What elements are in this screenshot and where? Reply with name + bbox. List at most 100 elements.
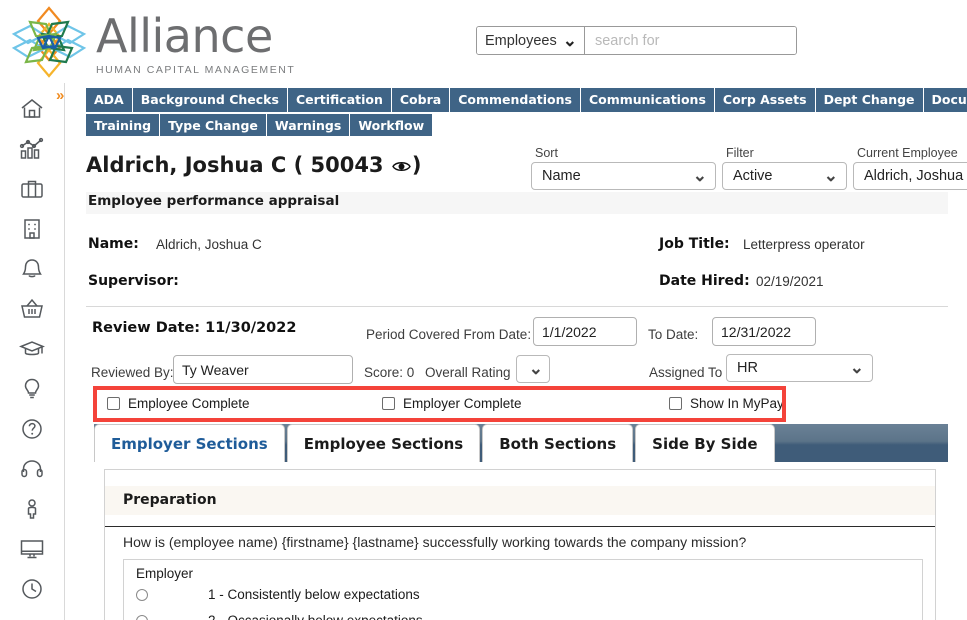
chevron-down-icon: ⌄ xyxy=(849,358,864,377)
basket-icon xyxy=(21,298,43,318)
bell-icon xyxy=(22,259,42,278)
briefcase-icon xyxy=(21,180,43,198)
filter-value: Active xyxy=(733,168,773,184)
assigned-to-label: Assigned To xyxy=(649,365,723,380)
search-input[interactable] xyxy=(584,27,796,54)
radio-option-2[interactable]: 2 - Occasionally below expectations xyxy=(136,613,423,620)
brand-tagline: HUMAN CAPITAL MANAGEMENT xyxy=(96,64,296,76)
eye-icon[interactable] xyxy=(392,159,411,174)
highlight-annotation-box xyxy=(93,386,786,422)
nav-tab-dept-change[interactable]: Dept Change xyxy=(815,88,924,112)
sidebar-item-building[interactable] xyxy=(0,209,65,249)
radio-option-1[interactable]: 1 - Consistently below expectations xyxy=(136,587,420,602)
radio-icon xyxy=(136,588,148,601)
double-chevron-right-icon: » xyxy=(56,87,65,104)
chevron-down-icon: ⌄ xyxy=(692,166,707,185)
radio-icon xyxy=(136,614,148,620)
tab-employee-sections[interactable]: Employee Sections xyxy=(286,424,481,462)
filter-label: Filter xyxy=(726,146,754,160)
section-divider xyxy=(86,306,948,307)
sidebar-item-ideas[interactable] xyxy=(0,369,65,409)
filter-select[interactable]: Active ⌄ xyxy=(722,162,847,190)
nav-tab-background-checks[interactable]: Background Checks xyxy=(132,88,288,112)
tab-side-by-side[interactable]: Side By Side xyxy=(635,424,775,462)
search-scope-value: Employees xyxy=(485,32,557,49)
assigned-to-select[interactable]: HR ⌄ xyxy=(726,354,873,382)
headphones-icon xyxy=(21,460,43,478)
graduation-cap-icon xyxy=(19,341,45,356)
question-options-box: Employer 1 - Consistently below expectat… xyxy=(123,559,923,620)
nav-tab-commendations[interactable]: Commendations xyxy=(450,88,581,112)
nav-tab-cobra[interactable]: Cobra xyxy=(391,88,451,112)
nav-tab-certification[interactable]: Certification xyxy=(287,88,392,112)
sidebar-expand-toggle[interactable]: » xyxy=(56,87,65,104)
brand-name: Alliance xyxy=(96,9,273,63)
sidebar-item-briefcase[interactable] xyxy=(0,169,65,209)
module-tab-bar: ADA Background Checks Certification Cobr… xyxy=(86,88,967,138)
panel-heading-bar xyxy=(105,486,935,515)
top-header-bar: Alliance HUMAN CAPITAL MANAGEMENT Employ… xyxy=(0,0,967,83)
job-title-value: Letterpress operator xyxy=(743,237,865,252)
tab-employer-sections[interactable]: Employer Sections xyxy=(94,424,285,462)
sidebar-item-profile[interactable] xyxy=(0,489,65,529)
sidebar-item-analytics[interactable] xyxy=(0,129,65,169)
current-employee-select[interactable]: Aldrich, Joshua C xyxy=(853,162,967,190)
lightbulb-icon xyxy=(24,378,40,399)
form-subtitle: Employee performance appraisal xyxy=(88,193,340,209)
period-from-label: Period Covered From Date: xyxy=(366,327,532,342)
radio-option-2-label: 2 - Occasionally below expectations xyxy=(208,613,423,620)
nav-tab-type-change[interactable]: Type Change xyxy=(160,114,267,138)
application-root: Alliance HUMAN CAPITAL MANAGEMENT Employ… xyxy=(0,0,967,620)
sidebar-item-support[interactable] xyxy=(0,449,65,489)
search-scope-select[interactable]: Employees ⌄ xyxy=(477,27,585,54)
sort-select[interactable]: Name ⌄ xyxy=(531,162,716,190)
period-from-input[interactable]: 1/1/2022 xyxy=(533,317,637,346)
clock-icon xyxy=(22,579,42,599)
overall-rating-label: Overall Rating xyxy=(425,365,511,380)
chevron-down-icon: ⌄ xyxy=(562,30,577,50)
chevron-down-icon: ⌄ xyxy=(528,359,543,378)
tab-both-sections[interactable]: Both Sections xyxy=(482,424,634,462)
analytics-chart-icon xyxy=(19,137,44,159)
overall-rating-select[interactable]: ⌄ xyxy=(516,355,550,383)
reviewed-by-input[interactable]: Ty Weaver xyxy=(173,355,353,384)
star-burst-logo-icon xyxy=(11,6,87,78)
alliance-logo[interactable] xyxy=(8,4,90,80)
sidebar-item-home[interactable] xyxy=(0,89,65,129)
sidebar-item-learning[interactable] xyxy=(0,329,65,369)
monitor-icon xyxy=(20,540,44,559)
radio-option-1-label: 1 - Consistently below expectations xyxy=(208,587,420,602)
current-employee-label: Current Employee xyxy=(857,146,958,160)
sidebar-item-time[interactable] xyxy=(0,569,65,609)
sidebar-item-help[interactable] xyxy=(0,409,65,449)
nav-tab-documents[interactable]: Documents xyxy=(923,88,967,112)
sidebar-item-display[interactable] xyxy=(0,529,65,569)
name-label: Name: xyxy=(88,236,139,252)
page-title-suffix: ) xyxy=(411,153,422,177)
to-date-label: To Date: xyxy=(648,327,699,342)
nav-tab-warnings[interactable]: Warnings xyxy=(266,114,351,138)
building-icon xyxy=(24,219,40,239)
panel-rule xyxy=(105,526,935,527)
nav-tab-ada[interactable]: ADA xyxy=(86,88,133,112)
score-label: Score: 0 xyxy=(364,365,415,380)
brand-block: Alliance HUMAN CAPITAL MANAGEMENT xyxy=(96,10,295,76)
nav-tab-training[interactable]: Training xyxy=(86,114,161,138)
assigned-to-value: HR xyxy=(737,360,758,376)
filter-field: Filter Active ⌄ xyxy=(722,146,847,190)
date-hired-value: 02/19/2021 xyxy=(756,274,824,289)
appraisal-question: How is (employee name) {firstname} {last… xyxy=(123,534,747,550)
nav-tab-workflow[interactable]: Workflow xyxy=(350,114,433,138)
global-search: Employees ⌄ xyxy=(476,26,797,55)
sidebar-item-basket[interactable] xyxy=(0,289,65,329)
nav-tab-communications[interactable]: Communications xyxy=(580,88,715,112)
nav-tab-corp-assets[interactable]: Corp Assets xyxy=(714,88,816,112)
person-icon xyxy=(27,499,37,519)
date-hired-label: Date Hired: xyxy=(659,273,750,289)
to-date-input[interactable]: 12/31/2022 xyxy=(712,317,816,346)
sidebar-item-notifications[interactable] xyxy=(0,249,65,289)
current-employee-field: Current Employee Aldrich, Joshua C xyxy=(853,146,967,190)
review-date: Review Date: 11/30/2022 xyxy=(92,320,297,336)
panel-heading: Preparation xyxy=(123,492,217,508)
main-content: Aldrich, Joshua C ( 50043 ) Sort Name ⌄ … xyxy=(66,136,967,620)
